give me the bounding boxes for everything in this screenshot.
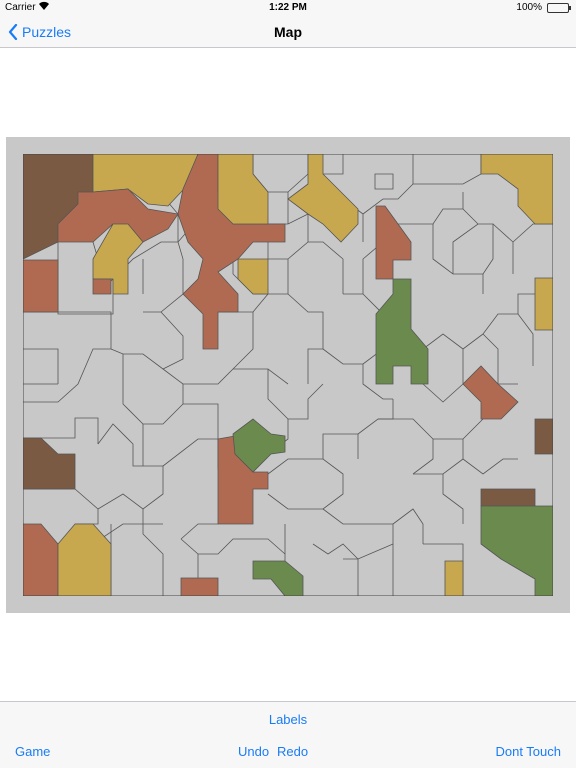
bottom-toolbar: Labels Game Undo Redo Dont Touch (0, 701, 576, 768)
back-button-label: Puzzles (22, 24, 72, 40)
status-bar: Carrier 1:22 PM 100% (0, 0, 576, 16)
navigation-bar: Puzzles Map (0, 16, 576, 48)
chevron-left-icon (8, 24, 18, 40)
clock-time: 1:22 PM (269, 2, 307, 13)
region-red-small-left[interactable] (92, 278, 112, 295)
region-red-bottom-center[interactable] (180, 577, 219, 596)
labels-button[interactable]: Labels (0, 712, 576, 727)
map-board[interactable] (23, 154, 553, 596)
region-red-left[interactable] (23, 259, 59, 313)
battery-icon (547, 3, 571, 13)
page-title: Map (274, 24, 302, 40)
region-brown-right-small[interactable] (534, 418, 553, 455)
redo-button[interactable]: Redo (277, 744, 308, 759)
region-tan-right-small[interactable] (534, 277, 553, 331)
region-tan-bottom-right[interactable] (444, 560, 464, 596)
region-tan-bottom-left[interactable] (57, 523, 112, 596)
region-brown-right-bottom[interactable] (480, 488, 536, 507)
dont-touch-button[interactable]: Dont Touch (495, 744, 561, 759)
undo-button[interactable]: Undo (238, 744, 269, 759)
battery-percent: 100% (516, 2, 542, 13)
game-button[interactable]: Game (15, 744, 50, 759)
back-button[interactable]: Puzzles (8, 22, 71, 42)
